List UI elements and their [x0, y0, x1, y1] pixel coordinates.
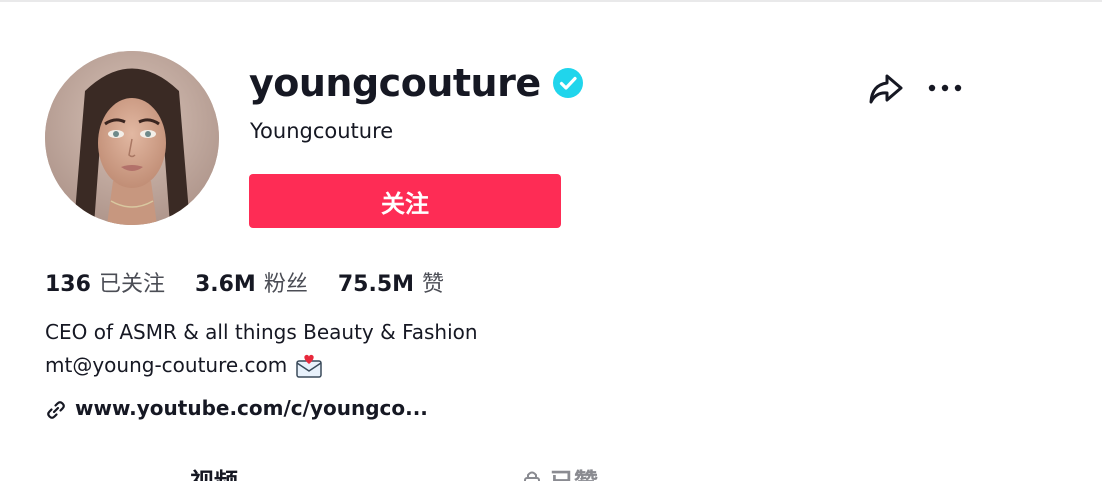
followers-label: 粉丝	[263, 272, 308, 297]
nickname: Youngcouture	[250, 119, 394, 143]
tab-liked-label: 已赞	[550, 462, 598, 481]
profile-link[interactable]: www.youtube.com/c/youngco...	[45, 393, 428, 423]
tab-liked[interactable]: 已赞	[522, 462, 598, 481]
header-divider	[0, 0, 1102, 2]
likes-count: 75.5M	[337, 272, 415, 297]
verified-badge-icon	[552, 68, 583, 98]
likes-label: 赞	[422, 272, 445, 297]
envelope-heart-icon	[295, 353, 323, 379]
follow-button[interactable]: 关注	[249, 174, 561, 228]
profile-link-text: www.youtube.com/c/youngco...	[75, 396, 428, 420]
bio-email: mt@young-couture.com	[45, 353, 288, 377]
username-row: youngcouture	[249, 58, 583, 108]
more-icon[interactable]	[926, 74, 966, 102]
followers-stat[interactable]: 3.6M 粉丝	[195, 266, 308, 298]
following-count: 136	[45, 272, 91, 297]
profile-stats: 136 已关注 3.6M 粉丝 75.5M 赞	[45, 266, 474, 298]
following-stat[interactable]: 136 已关注	[45, 266, 165, 298]
share-icon[interactable]	[866, 70, 904, 108]
link-icon	[45, 399, 67, 421]
username: youngcouture	[249, 61, 541, 105]
lock-icon	[522, 469, 542, 481]
profile-tabs: 视频 已赞	[0, 462, 1102, 481]
bio-line-1: CEO of ASMR & all things Beauty & Fashio…	[45, 320, 478, 344]
tab-videos-label: 视频	[190, 462, 238, 481]
following-label: 已关注	[98, 272, 165, 297]
profile-page: youngcouture Youngcouture 关注 136 已关注 3.6…	[0, 0, 1102, 481]
bio: CEO of ASMR & all things Beauty & Fashio…	[45, 316, 478, 382]
bio-line-2: mt@young-couture.com	[45, 349, 478, 382]
followers-count: 3.6M	[194, 272, 256, 297]
tab-videos[interactable]: 视频	[190, 462, 238, 481]
likes-stat: 75.5M 赞	[338, 266, 444, 298]
avatar[interactable]	[45, 51, 219, 225]
